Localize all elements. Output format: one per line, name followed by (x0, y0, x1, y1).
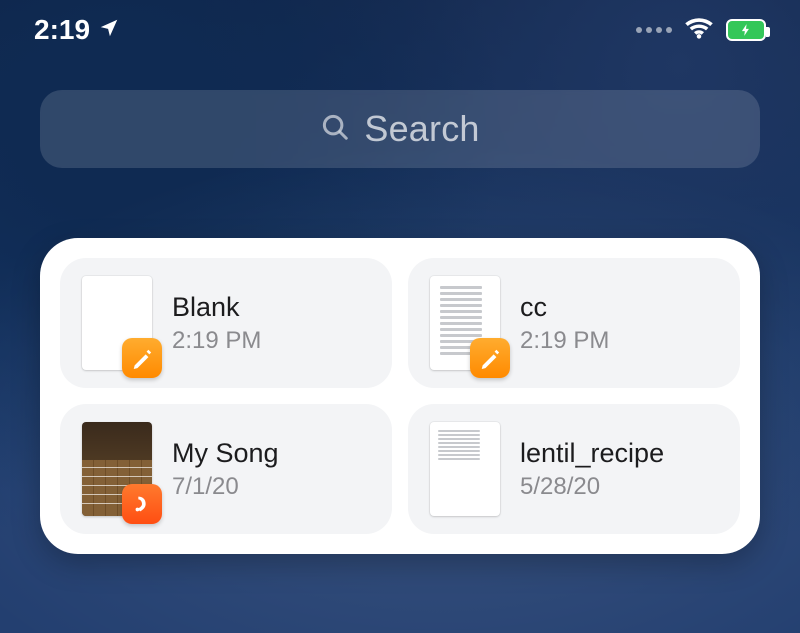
file-item[interactable]: cc 2:19 PM (408, 258, 740, 388)
search-placeholder: Search (364, 108, 479, 150)
file-item[interactable]: Blank 2:19 PM (60, 258, 392, 388)
file-time: 2:19 PM (172, 327, 261, 355)
status-right (636, 13, 766, 48)
file-name: cc (520, 292, 609, 323)
status-left: 2:19 (34, 14, 120, 46)
search-field[interactable]: Search (40, 90, 760, 168)
status-bar: 2:19 (0, 0, 800, 60)
location-icon (98, 14, 120, 46)
file-name: Blank (172, 292, 261, 323)
file-time: 2:19 PM (520, 327, 609, 355)
file-thumbnail (430, 422, 500, 516)
file-item[interactable]: My Song 7/1/20 (60, 404, 392, 534)
garageband-app-icon (122, 484, 162, 524)
file-thumbnail (82, 422, 152, 516)
pages-app-icon (122, 338, 162, 378)
file-item[interactable]: lentil_recipe 5/28/20 (408, 404, 740, 534)
file-time: 5/28/20 (520, 473, 664, 501)
file-thumbnail (82, 276, 152, 370)
wifi-icon (684, 13, 714, 48)
file-name: lentil_recipe (520, 438, 664, 469)
battery-charging-icon (726, 19, 766, 41)
file-name: My Song (172, 438, 279, 469)
page-dots-icon (636, 27, 672, 33)
file-time: 7/1/20 (172, 473, 279, 501)
pages-app-icon (470, 338, 510, 378)
files-widget: Blank 2:19 PM cc 2:19 PM (40, 238, 760, 554)
file-thumbnail (430, 276, 500, 370)
search-icon (320, 112, 350, 147)
status-time: 2:19 (34, 14, 90, 46)
